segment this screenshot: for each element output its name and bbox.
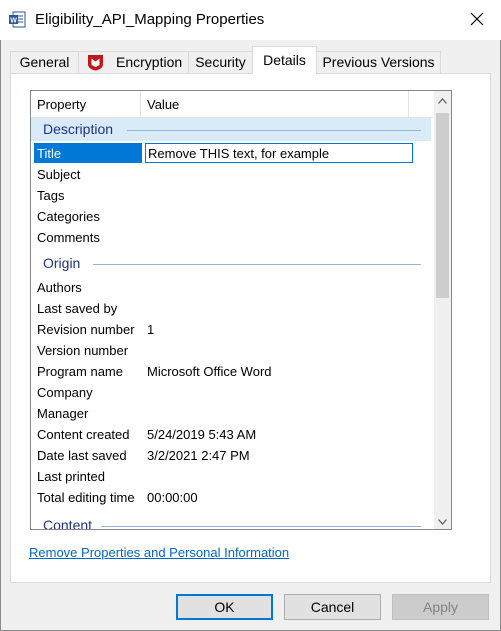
- column-header-property[interactable]: Property: [37, 97, 86, 112]
- property-name: Revision number: [37, 322, 135, 337]
- ok-button-label: OK: [214, 599, 235, 615]
- property-name: Tags: [37, 188, 65, 203]
- property-name: Company: [37, 385, 93, 400]
- properties-list[interactable]: Property Value Description Title Subject…: [30, 90, 452, 530]
- chevron-up-icon: [438, 92, 447, 107]
- list-header: Property Value: [31, 91, 433, 118]
- list-item[interactable]: Last printed: [31, 466, 431, 487]
- group-label: Content: [43, 517, 93, 530]
- column-divider[interactable]: [408, 91, 409, 117]
- column-divider[interactable]: [140, 91, 141, 117]
- group-label: Origin: [43, 255, 81, 271]
- word-document-icon: W: [9, 11, 26, 28]
- list-item[interactable]: Revision number 1: [31, 319, 431, 340]
- apply-button[interactable]: Apply: [392, 594, 489, 620]
- property-name: Comments: [37, 230, 100, 245]
- group-label: Description: [43, 121, 114, 137]
- property-value: 5/24/2019 5:43 AM: [147, 427, 257, 442]
- property-name: Title: [37, 146, 62, 161]
- list-item[interactable]: Comments: [31, 227, 431, 248]
- property-value: Microsoft Office Word: [147, 364, 272, 379]
- tab-details[interactable]: Details: [252, 46, 317, 74]
- title-edit-field[interactable]: [145, 143, 413, 163]
- tab-label: Previous Versions: [322, 54, 435, 70]
- group-divider: [127, 130, 421, 131]
- close-icon: [470, 12, 484, 29]
- group-divider: [93, 264, 421, 265]
- group-divider: [101, 526, 421, 527]
- list-item[interactable]: Categories: [31, 206, 431, 227]
- vertical-scrollbar[interactable]: [434, 91, 451, 529]
- group-origin[interactable]: Origin: [31, 252, 431, 275]
- scroll-down-button[interactable]: [434, 512, 451, 529]
- list-item[interactable]: Version number: [31, 340, 431, 361]
- apply-button-label: Apply: [422, 599, 459, 615]
- tab-label: General: [19, 54, 70, 70]
- list-item[interactable]: Date last saved 3/2/2021 2:47 PM: [31, 445, 431, 466]
- list-item[interactable]: Title: [31, 143, 431, 164]
- ok-button[interactable]: OK: [176, 594, 273, 620]
- tab-security[interactable]: Security: [188, 51, 253, 73]
- title-bar: W Eligibility_API_Mapping Properties: [0, 0, 501, 40]
- list-item[interactable]: Program name Microsoft Office Word: [31, 361, 431, 382]
- list-item[interactable]: Subject: [31, 164, 431, 185]
- property-name: Date last saved: [37, 448, 127, 463]
- tab-previous-versions[interactable]: Previous Versions: [316, 51, 441, 73]
- cancel-button-label: Cancel: [310, 599, 355, 615]
- property-name: Program name: [37, 364, 123, 379]
- tab-general[interactable]: General: [10, 51, 79, 73]
- property-name: Last printed: [37, 469, 105, 484]
- list-item[interactable]: Manager: [31, 403, 431, 424]
- svg-text:W: W: [10, 18, 17, 25]
- list-item[interactable]: Company: [31, 382, 431, 403]
- list-item[interactable]: Last saved by: [31, 298, 431, 319]
- column-header-value[interactable]: Value: [147, 97, 179, 112]
- tab-label: Details: [263, 52, 306, 68]
- property-name: Subject: [37, 167, 81, 182]
- tab-encryption[interactable]: Encryption: [78, 51, 189, 73]
- group-description[interactable]: Description: [31, 118, 431, 141]
- tab-label: Encryption: [116, 54, 183, 70]
- close-button[interactable]: [455, 4, 499, 36]
- tab-label: Security: [195, 54, 246, 70]
- list-item[interactable]: Tags: [31, 185, 431, 206]
- remove-properties-link[interactable]: Remove Properties and Personal Informati…: [29, 545, 289, 560]
- property-name: Last saved by: [37, 301, 118, 316]
- property-name: Version number: [37, 343, 129, 358]
- property-name: Manager: [37, 406, 89, 421]
- property-name: Content created: [37, 427, 130, 442]
- property-name: Total editing time: [37, 490, 135, 505]
- list-item[interactable]: Authors: [31, 277, 431, 298]
- list-item[interactable]: Total editing time 00:00:00: [31, 487, 431, 508]
- property-name: Categories: [37, 209, 100, 224]
- property-value: 1: [147, 322, 155, 337]
- list-item[interactable]: Content created 5/24/2019 5:43 AM: [31, 424, 431, 445]
- property-name: Authors: [37, 280, 82, 295]
- property-value: 3/2/2021 2:47 PM: [147, 448, 250, 463]
- cancel-button[interactable]: Cancel: [284, 594, 381, 620]
- property-value: 00:00:00: [147, 490, 198, 505]
- group-content[interactable]: Content: [31, 514, 431, 530]
- scroll-up-button[interactable]: [434, 91, 451, 108]
- scroll-thumb[interactable]: [436, 113, 449, 298]
- chevron-down-icon: [438, 513, 447, 528]
- window-title: Eligibility_API_Mapping Properties: [35, 11, 265, 28]
